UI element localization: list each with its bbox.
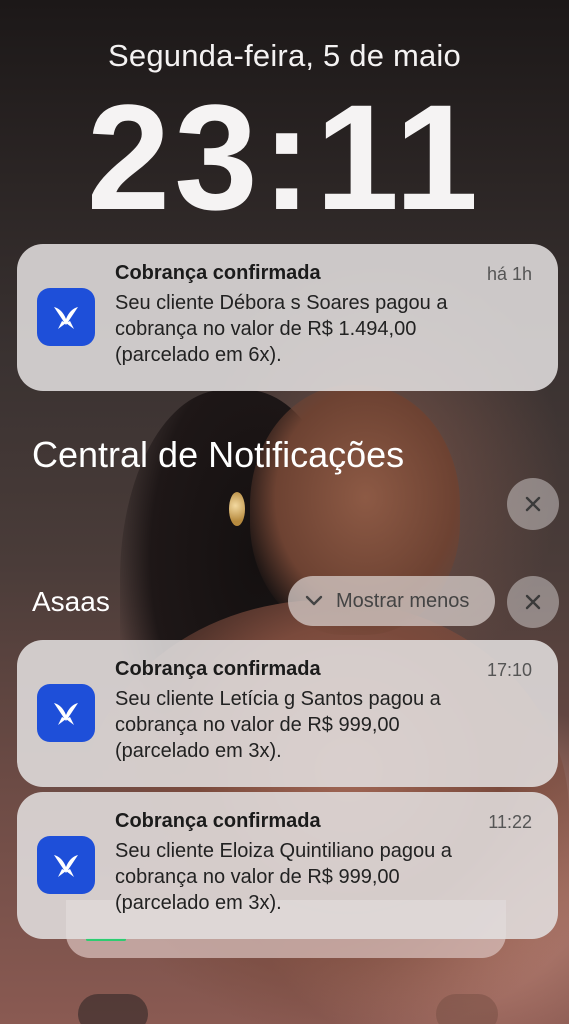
lockscreen-clock: 23:11 bbox=[86, 73, 483, 241]
clear-notifications-button[interactable] bbox=[507, 478, 559, 530]
flashlight-button[interactable] bbox=[78, 994, 148, 1024]
notification-body: Seu cliente Eloiza Quintiliano pagou a c… bbox=[115, 838, 535, 916]
notification-body-line: cobrança no valor de R$ 999,00 bbox=[115, 714, 400, 736]
notification-body: Seu cliente Débora s Soares pagou a cobr… bbox=[115, 290, 535, 368]
notification-time: 11:22 bbox=[488, 812, 532, 832]
notification-body-line: (parcelado em 3x). bbox=[115, 892, 282, 914]
notification-title: Cobrança confirmada bbox=[115, 658, 321, 680]
notification-body-line: Seu cliente Letícia g Santos pagou a bbox=[115, 688, 441, 710]
asaas-butterfly-icon bbox=[37, 836, 95, 894]
notification-card[interactable]: Cobrança confirmada 11:22 Seu cliente El… bbox=[17, 792, 558, 939]
chevron-down-icon bbox=[305, 595, 323, 606]
close-icon bbox=[525, 594, 541, 610]
lockscreen-date: Segunda-feira, 5 de maio bbox=[108, 38, 461, 73]
close-group-button[interactable] bbox=[507, 576, 559, 628]
notification-title: Cobrança confirmada bbox=[115, 810, 321, 832]
asaas-butterfly-icon bbox=[37, 684, 95, 742]
notification-time: há 1h bbox=[486, 264, 532, 284]
notification-center-title: Central de Notificações bbox=[32, 434, 405, 475]
notification-body-line: cobrança no valor de R$ 999,00 bbox=[115, 866, 400, 888]
notification-body-line: Seu cliente Débora s Soares pagou a bbox=[115, 292, 448, 314]
notification-time: 17:10 bbox=[486, 660, 532, 680]
notification-body-line: Seu cliente Eloiza Quintiliano pagou a bbox=[115, 840, 452, 862]
asaas-butterfly-icon bbox=[37, 288, 95, 346]
camera-button[interactable] bbox=[436, 994, 498, 1024]
show-less-button[interactable]: Mostrar menos bbox=[288, 576, 495, 626]
notification-card[interactable]: Cobrança confirmada há 1h Seu cliente Dé… bbox=[17, 244, 558, 391]
notification-body-line: (parcelado em 6x). bbox=[115, 344, 282, 366]
notification-card[interactable]: Cobrança confirmada 17:10 Seu cliente Le… bbox=[17, 640, 558, 787]
close-icon bbox=[525, 496, 541, 512]
notification-body-line: cobrança no valor de R$ 1.494,00 bbox=[115, 318, 417, 340]
notification-body: Seu cliente Letícia g Santos pagou a cob… bbox=[115, 686, 535, 764]
notification-title: Cobrança confirmada bbox=[115, 262, 321, 284]
wallpaper-earring bbox=[229, 492, 245, 526]
notification-body-line: (parcelado em 3x). bbox=[115, 740, 282, 762]
notification-group-label: Asaas bbox=[32, 586, 110, 617]
show-less-label: Mostrar menos bbox=[336, 589, 470, 612]
